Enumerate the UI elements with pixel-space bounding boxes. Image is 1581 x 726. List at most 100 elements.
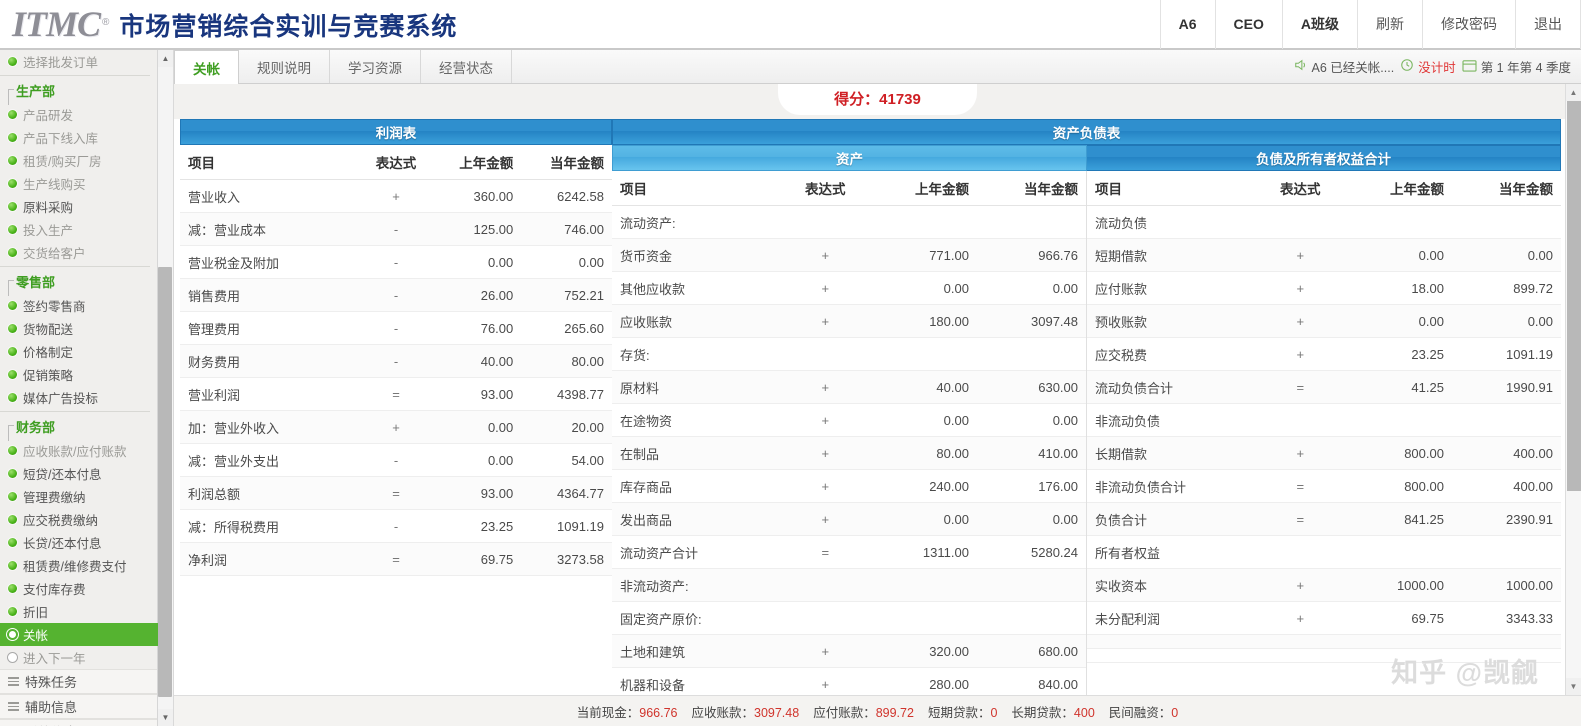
- nav-item-logout[interactable]: 退出: [1515, 0, 1581, 49]
- cell-item: 流动资产:: [612, 205, 783, 239]
- sidebar-item-label: 关帐: [23, 628, 49, 643]
- sidebar-menu-system-info[interactable]: 系统信息: [0, 719, 158, 726]
- sidebar-item-start-production[interactable]: 投入生产: [0, 218, 158, 241]
- scroll-down-icon[interactable]: ▼: [1566, 678, 1581, 695]
- cell-item: 减：营业成本: [180, 212, 362, 246]
- cell-prev: [1342, 535, 1452, 569]
- cell-item: 财务费用: [180, 344, 362, 378]
- sidebar-item-short-loan[interactable]: 短贷/还本付息: [0, 462, 158, 485]
- table-row: [1087, 634, 1561, 649]
- cell-item: 非流动负债合计: [1087, 469, 1258, 503]
- sidebar-item-select-wholesale-order[interactable]: 选择批发订单: [0, 50, 158, 73]
- nav-item-change-password[interactable]: 修改密码: [1422, 0, 1515, 49]
- nav-item-class[interactable]: A班级: [1281, 0, 1357, 49]
- sidebar-item-media-ad-bidding[interactable]: 媒体广告投标: [0, 386, 158, 409]
- bullet-icon: [8, 132, 17, 142]
- cell-item: [1087, 648, 1258, 663]
- cell-expr: =: [1257, 502, 1343, 536]
- table-row: 流动负债合计 = 41.25 1990.91: [1087, 370, 1561, 404]
- content-scrollbar-thumb[interactable]: [1567, 101, 1581, 491]
- sidebar-scrollbar-thumb[interactable]: [158, 267, 172, 697]
- sidebar-item-deliver-to-customer[interactable]: 交货给客户: [0, 241, 158, 264]
- sidebar-item-lease-buy-factory[interactable]: 租赁/购买厂房: [0, 149, 158, 172]
- sidebar-item-inventory-fee-payment[interactable]: 支付库存费: [0, 577, 158, 600]
- col-item: 项目: [180, 145, 362, 180]
- table-row: 存货:: [612, 337, 1086, 371]
- cell-curr: 0.00: [976, 271, 1086, 305]
- cell-item: 营业利润: [180, 377, 362, 411]
- cell-curr: [1451, 403, 1561, 437]
- cell-item: 应交税费: [1087, 337, 1258, 371]
- cell-item: 加：营业外收入: [180, 410, 362, 444]
- sidebar-item-raw-material-purchase[interactable]: 原料采购: [0, 195, 158, 218]
- cell-curr: 400.00: [1451, 436, 1561, 470]
- sidebar-item-tax-payment[interactable]: 应交税费缴纳: [0, 508, 158, 531]
- nav-item-refresh[interactable]: 刷新: [1357, 0, 1422, 49]
- bullet-icon: [8, 369, 17, 379]
- profit-statement-title: 利润表: [180, 119, 612, 145]
- app-header: ITMC ® 市场营销综合实训与竞赛系统 A6 CEO A班级 刷新 修改密码 …: [0, 0, 1581, 50]
- cell-prev: 180.00: [867, 304, 977, 338]
- sidebar-item-depreciation[interactable]: 折旧: [0, 600, 158, 623]
- cell-prev: 800.00: [1342, 436, 1452, 470]
- sidebar-item-next-year[interactable]: 进入下一年: [0, 646, 158, 669]
- table-row: [1087, 648, 1561, 663]
- cell-item: 应付账款: [1087, 271, 1258, 305]
- sidebar-item-rent-maintenance-payment[interactable]: 租赁费/维修费支付: [0, 554, 158, 577]
- sidebar-menu-special-tasks[interactable]: 特殊任务: [0, 669, 158, 694]
- sidebar-item-product-rd[interactable]: 产品研发: [0, 103, 158, 126]
- table-row: 实收资本 +1000.00 1000.00: [1087, 568, 1561, 602]
- cell-item: 实收资本: [1087, 568, 1258, 602]
- nav-item-role[interactable]: CEO: [1214, 0, 1282, 49]
- cell-curr: [976, 205, 1086, 239]
- sidebar-item-admin-fee-payment[interactable]: 管理费缴纳: [0, 485, 158, 508]
- sidebar-item-pricing[interactable]: 价格制定: [0, 340, 158, 363]
- sidebar-item-receivable-payable[interactable]: 应收账款/应付账款: [0, 439, 158, 462]
- sidebar-item-long-loan[interactable]: 长贷/还本付息: [0, 531, 158, 554]
- sidebar-scroll-down-icon[interactable]: ▼: [157, 709, 173, 726]
- table-row: 流动资产合计 = 1311.00 5280.24: [612, 535, 1086, 569]
- sidebar-item-promotion-strategy[interactable]: 促销策略: [0, 363, 158, 386]
- cell-expr: +: [1257, 337, 1343, 371]
- sidebar-group-retail: 零售部: [0, 269, 158, 296]
- tab-learning-resources[interactable]: 学习资源: [330, 50, 421, 83]
- scroll-up-icon[interactable]: ▲: [1566, 84, 1581, 101]
- sidebar-item-product-stock-in[interactable]: 产品下线入库: [0, 126, 158, 149]
- nav-item-account[interactable]: A6: [1159, 0, 1215, 49]
- col-prev-year: 上年金额: [867, 171, 977, 206]
- footer-long-loan: 长期贷款：400: [1011, 702, 1094, 721]
- balance-sheet-panel: 资产负债表 资产 负债及所有者权益合计 项目 表达式 上年金额 当年金额 流动资…: [612, 119, 1561, 695]
- balance-sheet-columns: 项目 表达式 上年金额 当年金额 流动资产: 货币资金 +771.00 966.76: [612, 171, 1561, 695]
- cell-expr: -: [361, 245, 431, 279]
- content-scrollbar[interactable]: ▲ ▼: [1565, 84, 1581, 695]
- cell-item: 非流动资产:: [612, 568, 783, 602]
- sidebar-item-sign-retailer[interactable]: 签约零售商: [0, 294, 158, 317]
- cell-curr: [1451, 205, 1561, 239]
- cell-curr: 20.00: [521, 410, 612, 444]
- sidebar-scrollbar-track[interactable]: [157, 67, 173, 709]
- cell-item: 其他应收款: [612, 271, 783, 305]
- cell-prev: 76.00: [430, 311, 522, 345]
- footer-value: 400: [1073, 705, 1095, 720]
- cell-curr: 5280.24: [976, 535, 1086, 569]
- sidebar-scroll-up-icon[interactable]: ▲: [157, 50, 173, 67]
- cell-prev: 0.00: [430, 245, 522, 279]
- tab-business-status[interactable]: 经营状态: [421, 50, 512, 83]
- sidebar-list: 选择批发订单 生产部 产品研发 产品下线入库 租赁/购买厂房 生产线购买 原料采…: [0, 50, 158, 726]
- cell-expr: =: [782, 535, 868, 569]
- sidebar-item-label: 选择批发订单: [23, 55, 99, 70]
- sidebar-menu-auxiliary-info[interactable]: 辅助信息: [0, 694, 158, 719]
- tab-close-accounts[interactable]: 关帐: [174, 50, 239, 84]
- bullet-icon: [8, 247, 17, 257]
- sidebar-item-label: 应收账款/应付账款: [23, 444, 127, 459]
- sidebar-item-goods-delivery[interactable]: 货物配送: [0, 317, 158, 340]
- cell-expr: [782, 205, 868, 239]
- sidebar-item-close-accounts[interactable]: 关帐: [0, 623, 158, 646]
- tab-rules[interactable]: 规则说明: [239, 50, 330, 83]
- table-row: 营业税金及附加 -0.00 0.00: [180, 245, 612, 279]
- cell-prev: [867, 205, 977, 239]
- cell-curr: 1091.19: [521, 509, 612, 543]
- cell-prev: 93.00: [430, 476, 522, 510]
- table-row: 减：所得税费用 -23.25 1091.19: [180, 509, 612, 543]
- sidebar-item-buy-production-line[interactable]: 生产线购买: [0, 172, 158, 195]
